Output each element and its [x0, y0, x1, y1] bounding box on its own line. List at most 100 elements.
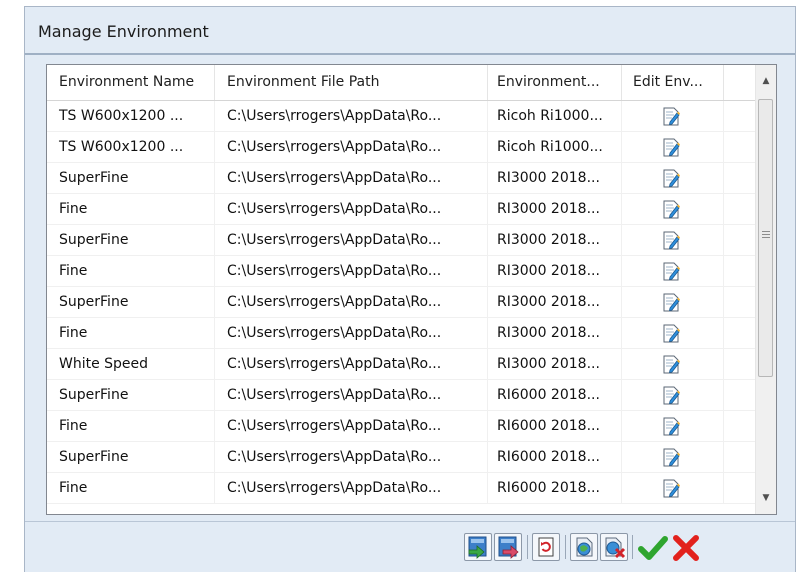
edit-environment-cell[interactable] [622, 101, 724, 131]
edit-environment-cell[interactable] [622, 442, 724, 472]
environment-name-cell: White Speed [47, 349, 215, 379]
scroll-up-arrow-icon[interactable]: ▲ [756, 71, 776, 91]
table-row[interactable]: TS W600x1200 ... C:\Users\rrogers\AppData… [47, 101, 756, 132]
environment-name-cell: SuperFine [47, 225, 215, 255]
edit-document-icon[interactable] [663, 417, 680, 436]
table-row[interactable]: Fine C:\Users\rrogers\AppData\Ro... RI6000… [47, 473, 756, 504]
edit-document-icon[interactable] [663, 479, 680, 498]
environment-cell: RI3000 2018... [488, 318, 622, 348]
table-row[interactable]: SuperFine C:\Users\rrogers\AppData\Ro... R… [47, 287, 756, 318]
scrollbar-grip-icon [762, 231, 770, 240]
environment-cell: Ricoh Ri1000... [488, 132, 622, 162]
table-row[interactable]: Fine C:\Users\rrogers\AppData\Ro... RI3000… [47, 318, 756, 349]
refresh-environment-icon [538, 537, 554, 557]
column-header-edit-environment[interactable]: Edit Env... [622, 65, 724, 100]
edit-document-icon[interactable] [663, 231, 680, 250]
environment-grid[interactable]: Environment Name Environment File Path E… [46, 64, 777, 515]
environment-cell: RI3000 2018... [488, 287, 622, 317]
grid-header: Environment Name Environment File Path E… [47, 65, 756, 101]
edit-environment-cell[interactable] [622, 256, 724, 286]
environment-name-cell: Fine [47, 194, 215, 224]
toolbar-separator [565, 535, 566, 559]
table-row[interactable]: White Speed C:\Users\rrogers\AppData\Ro..… [47, 349, 756, 380]
environment-name-cell: Fine [47, 256, 215, 286]
edit-document-icon[interactable] [663, 355, 680, 374]
table-row[interactable]: SuperFine C:\Users\rrogers\AppData\Ro... R… [47, 225, 756, 256]
table-row[interactable]: Fine C:\Users\rrogers\AppData\Ro... RI3000… [47, 256, 756, 287]
table-row[interactable]: TS W600x1200 ... C:\Users\rrogers\AppData… [47, 132, 756, 163]
import-environment-button[interactable] [464, 533, 492, 561]
edit-document-icon[interactable] [663, 448, 680, 467]
environment-cell: Ricoh Ri1000... [488, 101, 622, 131]
manage-environment-dialog: Manage Environment Environment Name Envi… [24, 6, 796, 572]
column-header-environment-file-path[interactable]: Environment File Path [215, 65, 488, 100]
environment-name-cell: Fine [47, 318, 215, 348]
toolbar-separator [632, 535, 633, 559]
edit-document-icon[interactable] [663, 200, 680, 219]
environment-name-cell: TS W600x1200 ... [47, 101, 215, 131]
edit-environment-cell[interactable] [622, 380, 724, 410]
vertical-scrollbar[interactable]: ▲ ▼ [755, 65, 776, 514]
dialog-titlebar: Manage Environment [25, 7, 795, 53]
toolbar-separator [527, 535, 528, 559]
edit-environment-cell[interactable] [622, 411, 724, 441]
ok-check-icon [638, 536, 668, 560]
environment-file-path-cell: C:\Users\rrogers\AppData\Ro... [215, 256, 488, 286]
table-row[interactable]: Fine C:\Users\rrogers\AppData\Ro... RI3000… [47, 194, 756, 225]
environment-cell: RI6000 2018... [488, 442, 622, 472]
import-environment-icon [468, 536, 487, 559]
environment-file-path-cell: C:\Users\rrogers\AppData\Ro... [215, 442, 488, 472]
environment-file-path-cell: C:\Users\rrogers\AppData\Ro... [215, 473, 488, 503]
edit-document-icon[interactable] [663, 138, 680, 157]
delete-environment-button[interactable] [600, 533, 628, 561]
environment-cell: RI3000 2018... [488, 256, 622, 286]
edit-environment-cell[interactable] [622, 132, 724, 162]
edit-document-icon[interactable] [663, 324, 680, 343]
edit-document-icon[interactable] [663, 262, 680, 281]
ok-button[interactable] [637, 532, 669, 564]
export-environment-button[interactable] [494, 533, 522, 561]
edit-environment-cell[interactable] [622, 287, 724, 317]
environment-file-path-cell: C:\Users\rrogers\AppData\Ro... [215, 411, 488, 441]
environment-file-path-cell: C:\Users\rrogers\AppData\Ro... [215, 318, 488, 348]
toolbar-divider [25, 521, 795, 522]
edit-environment-cell[interactable] [622, 225, 724, 255]
table-row[interactable]: SuperFine C:\Users\rrogers\AppData\Ro... R… [47, 380, 756, 411]
dialog-title: Manage Environment [38, 22, 209, 41]
delete-environment-icon [605, 537, 626, 559]
cancel-button[interactable] [670, 532, 702, 564]
cancel-x-icon [673, 535, 699, 561]
edit-environment-cell[interactable] [622, 194, 724, 224]
environment-file-path-cell: C:\Users\rrogers\AppData\Ro... [215, 163, 488, 193]
column-header-environment-name[interactable]: Environment Name [47, 65, 215, 100]
edit-environment-cell[interactable] [622, 349, 724, 379]
edit-document-icon[interactable] [663, 386, 680, 405]
edit-environment-cell[interactable] [622, 163, 724, 193]
edit-document-icon[interactable] [663, 107, 680, 126]
edit-environment-cell[interactable] [622, 473, 724, 503]
refresh-environment-button[interactable] [532, 533, 560, 561]
edit-document-icon[interactable] [663, 169, 680, 188]
environment-name-cell: SuperFine [47, 442, 215, 472]
environment-name-cell: SuperFine [47, 163, 215, 193]
environment-cell: RI6000 2018... [488, 473, 622, 503]
add-environment-button[interactable] [570, 533, 598, 561]
environment-file-path-cell: C:\Users\rrogers\AppData\Ro... [215, 194, 488, 224]
table-row[interactable]: Fine C:\Users\rrogers\AppData\Ro... RI6000… [47, 411, 756, 442]
environment-cell: RI3000 2018... [488, 225, 622, 255]
table-row[interactable]: SuperFine C:\Users\rrogers\AppData\Ro... R… [47, 163, 756, 194]
table-row[interactable]: SuperFine C:\Users\rrogers\AppData\Ro... R… [47, 442, 756, 473]
environment-cell: RI6000 2018... [488, 411, 622, 441]
column-header-environment[interactable]: Environment... [488, 65, 622, 100]
environment-file-path-cell: C:\Users\rrogers\AppData\Ro... [215, 349, 488, 379]
environment-file-path-cell: C:\Users\rrogers\AppData\Ro... [215, 225, 488, 255]
environment-file-path-cell: C:\Users\rrogers\AppData\Ro... [215, 287, 488, 317]
environment-cell: RI3000 2018... [488, 349, 622, 379]
environment-file-path-cell: C:\Users\rrogers\AppData\Ro... [215, 132, 488, 162]
scroll-down-arrow-icon[interactable]: ▼ [756, 488, 776, 508]
scrollbar-thumb[interactable] [758, 99, 773, 377]
environment-cell: RI3000 2018... [488, 163, 622, 193]
edit-document-icon[interactable] [663, 293, 680, 312]
edit-environment-cell[interactable] [622, 318, 724, 348]
environment-cell: RI3000 2018... [488, 194, 622, 224]
